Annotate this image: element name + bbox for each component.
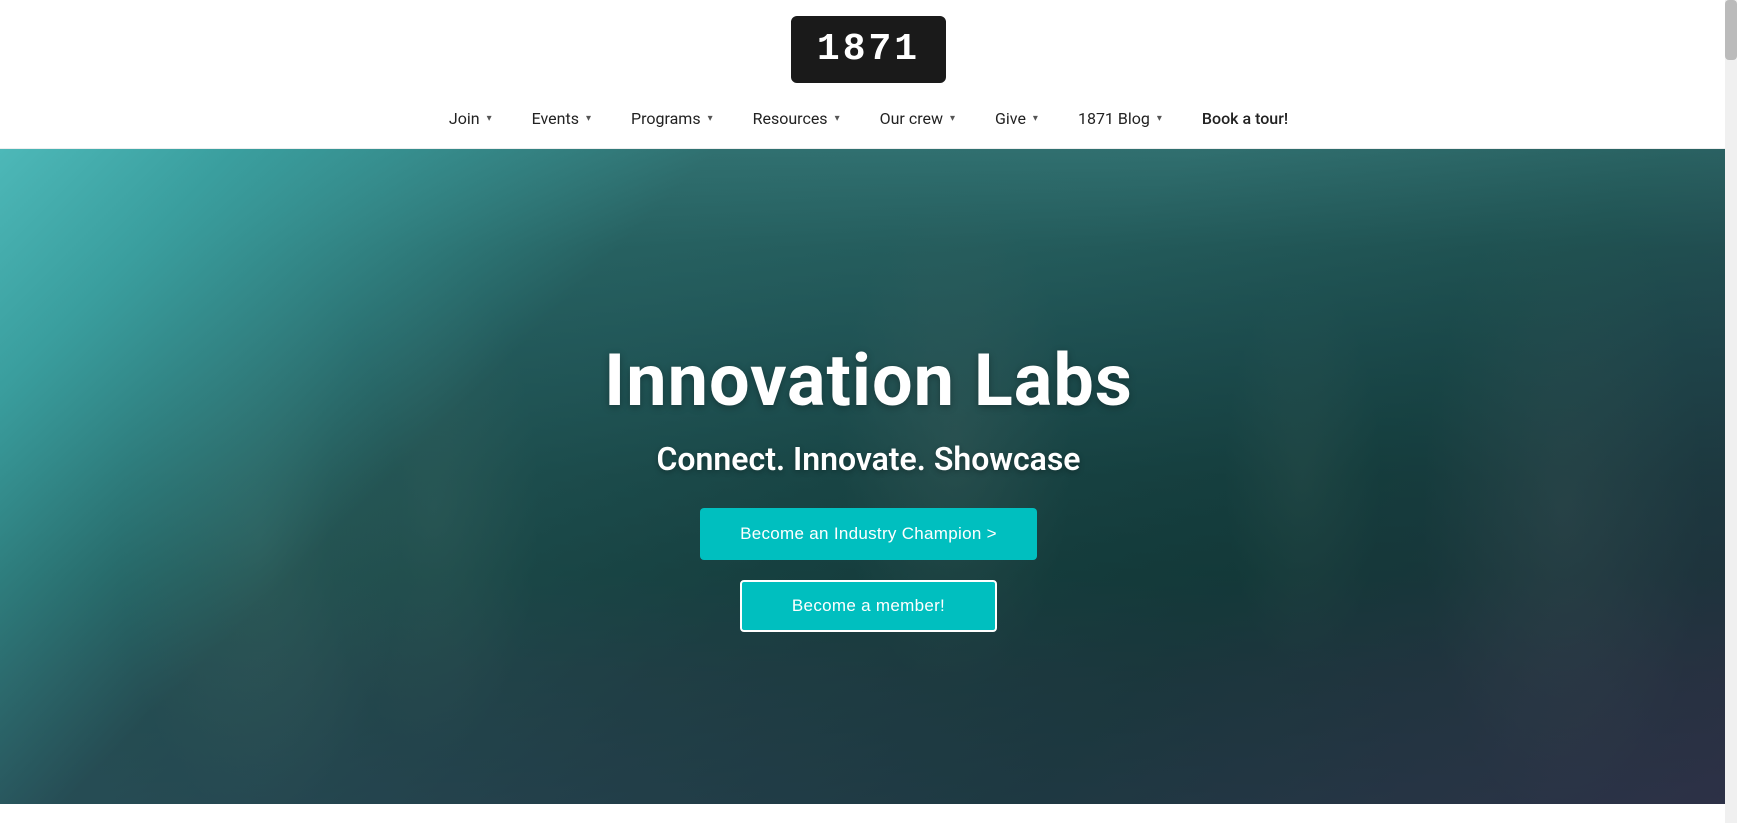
- hero-content: Innovation Labs Connect. Innovate. Showc…: [604, 341, 1133, 632]
- main-nav: Join ▾ Events ▾ Programs ▾ Resources ▾ O…: [429, 101, 1308, 148]
- hero-section: Innovation Labs Connect. Innovate. Showc…: [0, 149, 1737, 804]
- chevron-down-icon: ▾: [950, 113, 955, 124]
- logo-container[interactable]: 1871: [791, 16, 946, 83]
- chevron-down-icon: ▾: [708, 113, 713, 124]
- chevron-down-icon: ▾: [835, 113, 840, 124]
- nav-item-blog[interactable]: 1871 Blog ▾: [1058, 101, 1182, 136]
- nav-item-give[interactable]: Give ▾: [975, 101, 1058, 136]
- chevron-down-icon: ▾: [1157, 113, 1162, 124]
- nav-item-resources[interactable]: Resources ▾: [733, 101, 860, 136]
- hero-title: Innovation Labs: [604, 341, 1133, 420]
- chevron-down-icon: ▾: [586, 113, 591, 124]
- logo[interactable]: 1871: [791, 16, 946, 83]
- nav-label-blog: 1871 Blog: [1078, 109, 1150, 128]
- scrollbar-thumb[interactable]: [1725, 0, 1737, 60]
- nav-label-our-crew: Our crew: [880, 109, 943, 128]
- nav-label-programs: Programs: [631, 109, 701, 128]
- become-member-button[interactable]: Become a member!: [740, 580, 997, 632]
- nav-label-events: Events: [532, 109, 579, 128]
- scrollbar-track[interactable]: [1725, 0, 1737, 823]
- become-champion-button[interactable]: Become an Industry Champion >: [700, 508, 1037, 560]
- nav-label-give: Give: [995, 109, 1026, 128]
- chevron-down-icon: ▾: [1033, 113, 1038, 124]
- nav-label-join: Join: [449, 109, 480, 128]
- logo-text: 1871: [817, 28, 920, 71]
- nav-item-join[interactable]: Join ▾: [429, 101, 512, 136]
- chevron-down-icon: ▾: [487, 113, 492, 124]
- hero-subtitle: Connect. Innovate. Showcase: [657, 440, 1081, 478]
- nav-label-resources: Resources: [753, 109, 828, 128]
- nav-item-programs[interactable]: Programs ▾: [611, 101, 733, 136]
- header: 1871 Join ▾ Events ▾ Programs ▾ Resource…: [0, 0, 1737, 149]
- nav-item-events[interactable]: Events ▾: [512, 101, 611, 136]
- nav-item-book-tour[interactable]: Book a tour!: [1182, 101, 1308, 136]
- nav-label-book-tour: Book a tour!: [1202, 109, 1288, 128]
- nav-item-our-crew[interactable]: Our crew ▾: [860, 101, 975, 136]
